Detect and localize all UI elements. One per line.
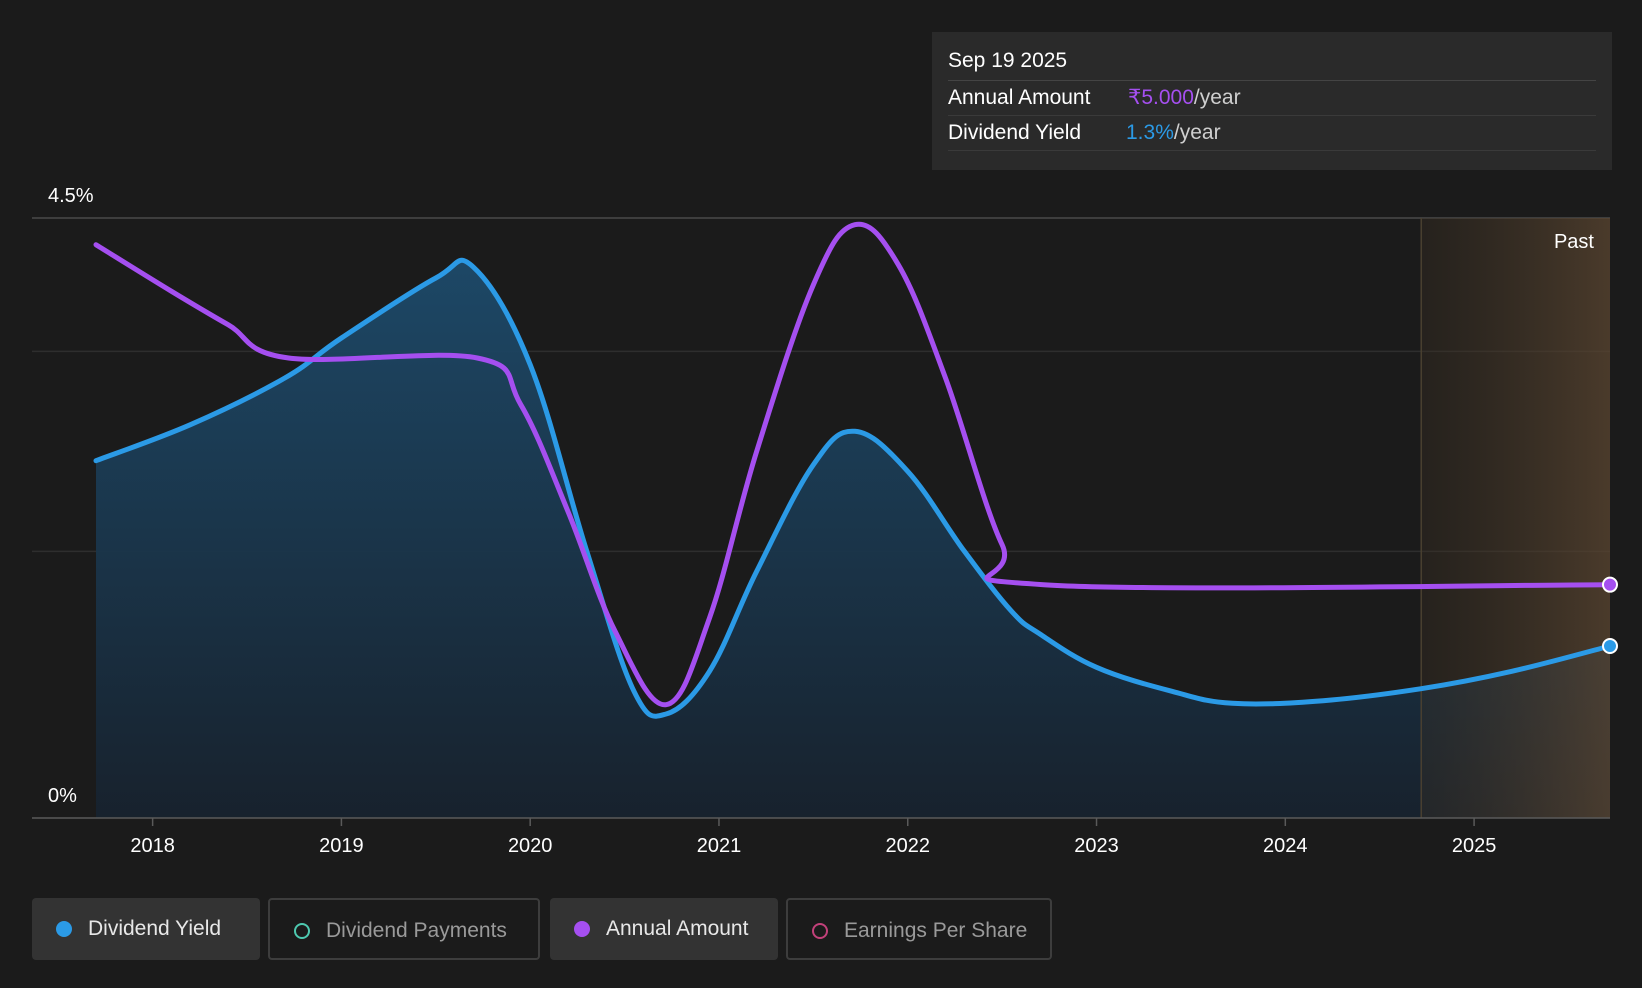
x-tick-label: 2020 (508, 835, 553, 857)
legend-dividend-payments-label: Dividend Payments (326, 919, 507, 942)
past-region: Past (1420, 218, 1610, 818)
past-region-shade (1421, 218, 1610, 818)
legend-annual-amount-label: Annual Amount (606, 917, 749, 940)
hover-tooltip: Sep 19 2025 Annual Amount ₹5.000/year Di… (932, 32, 1612, 170)
tooltip-annual-amount-value: ₹5.000 (1128, 86, 1194, 109)
tooltip-annual-amount-unit: /year (1193, 86, 1241, 109)
dividend-yield-area-fill (96, 260, 1610, 818)
tooltip-dividend-yield-value: 1.3% (1126, 121, 1174, 144)
tooltip-annual-amount-row: Annual Amount ₹5.000/year (948, 81, 1596, 116)
tooltip-annual-amount-label: Annual Amount (948, 86, 1091, 109)
tooltip-dividend-yield-label: Dividend Yield (948, 121, 1082, 144)
x-tick-label: 2025 (1452, 835, 1497, 857)
dividend-yield-dot-icon (56, 921, 72, 937)
dividend-yield-end-point (1602, 638, 1618, 654)
tooltip-date: Sep 19 2025 (948, 46, 1596, 81)
tooltip-dividend-yield-row: Dividend Yield 1.3%/year (948, 116, 1596, 151)
x-tick-label: 2023 (1074, 835, 1119, 857)
x-tick-label: 2018 (130, 835, 175, 857)
legend-earnings-per-share[interactable]: Earnings Per Share (786, 898, 1052, 960)
x-tick-label: 2021 (697, 835, 742, 857)
earnings-per-share-ring-icon (812, 923, 828, 939)
annual-amount-dot-icon (574, 921, 590, 937)
y-axis-max-label: 4.5% (48, 185, 94, 207)
x-tick-label: 2024 (1263, 835, 1308, 857)
legend-dividend-yield-label: Dividend Yield (88, 917, 222, 940)
dividend-payments-ring-icon (294, 923, 310, 939)
legend-dividend-payments[interactable]: Dividend Payments (268, 898, 540, 960)
dividend-yield-area (96, 260, 1610, 818)
annual-amount-end-point (1602, 576, 1618, 593)
tooltip-dividend-yield-unit: /year (1173, 121, 1221, 144)
legend-dividend-yield[interactable]: Dividend Yield (32, 898, 260, 960)
x-tick-label: 2019 (319, 835, 364, 857)
x-tick-label: 2022 (885, 835, 930, 857)
past-region-label: Past (1554, 231, 1594, 253)
y-axis-min-label: 0% (48, 785, 77, 807)
legend-earnings-per-share-label: Earnings Per Share (844, 919, 1028, 942)
legend-annual-amount[interactable]: Annual Amount (550, 898, 778, 960)
